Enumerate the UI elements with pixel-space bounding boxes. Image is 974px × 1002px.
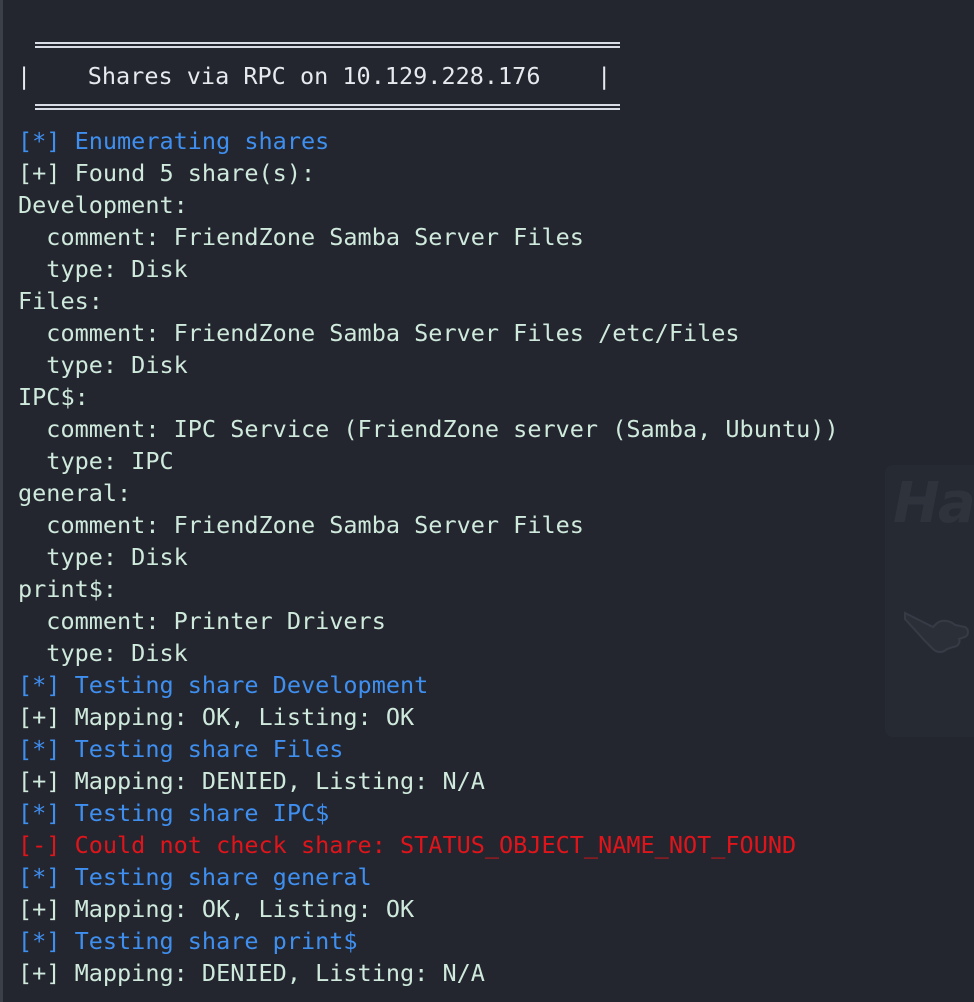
terminal-line: general: xyxy=(18,479,132,507)
banner-top-rule xyxy=(35,42,620,48)
terminal-line: IPC$: xyxy=(18,383,89,411)
terminal-line: [*] Testing share print$ xyxy=(18,927,358,955)
terminal-line: Development: xyxy=(18,191,188,219)
terminal-line: [+] Mapping: OK, Listing: OK xyxy=(18,895,415,923)
terminal-line: type: IPC xyxy=(18,447,174,475)
terminal-line: [*] Testing share Development xyxy=(18,671,429,699)
terminal-line: [-] Could not check share: STATUS_OBJECT… xyxy=(18,831,797,859)
watermark-text: Ha xyxy=(893,471,974,536)
terminal-line: Files: xyxy=(18,287,103,315)
terminal-line: comment: IPC Service (FriendZone server … xyxy=(18,415,839,443)
wallpaper-watermark: Ha xyxy=(885,465,974,737)
terminal-line: [+] Found 5 share(s): xyxy=(18,159,316,187)
terminal-line: [*] Testing share general xyxy=(18,863,372,891)
terminal-line: type: Disk xyxy=(18,639,188,667)
terminal-line: [+] Mapping: OK, Listing: OK xyxy=(18,703,415,731)
terminal-window[interactable]: Ha | Shares via RPC on 10.129.228.176 | … xyxy=(0,0,974,1002)
terminal-line: comment: FriendZone Samba Server Files /… xyxy=(18,319,740,347)
terminal-line: print$: xyxy=(18,575,118,603)
terminal-line: [+] Mapping: DENIED, Listing: N/A xyxy=(18,767,485,795)
terminal-line: [+] Mapping: DENIED, Listing: N/A xyxy=(18,959,485,987)
terminal-line: type: Disk xyxy=(18,351,188,379)
terminal-line: [*] Enumerating shares xyxy=(18,127,330,155)
terminal-line: type: Disk xyxy=(18,255,188,283)
terminal-line: type: Disk xyxy=(18,543,188,571)
terminal-line: comment: Printer Drivers xyxy=(18,607,386,635)
banner-title: | Shares via RPC on 10.129.228.176 | xyxy=(17,62,612,90)
terminal-line: [*] Testing share Files xyxy=(18,735,344,763)
terminal-output: [*] Enumerating shares [+] Found 5 share… xyxy=(18,125,839,989)
banner-bottom-rule xyxy=(35,104,620,110)
terminal-line: comment: FriendZone Samba Server Files xyxy=(18,511,584,539)
terminal-line: [*] Testing share IPC$ xyxy=(18,799,330,827)
terminal-line: comment: FriendZone Samba Server Files xyxy=(18,223,584,251)
section-banner: | Shares via RPC on 10.129.228.176 | xyxy=(17,38,637,118)
pointing-hand-icon xyxy=(904,611,969,653)
